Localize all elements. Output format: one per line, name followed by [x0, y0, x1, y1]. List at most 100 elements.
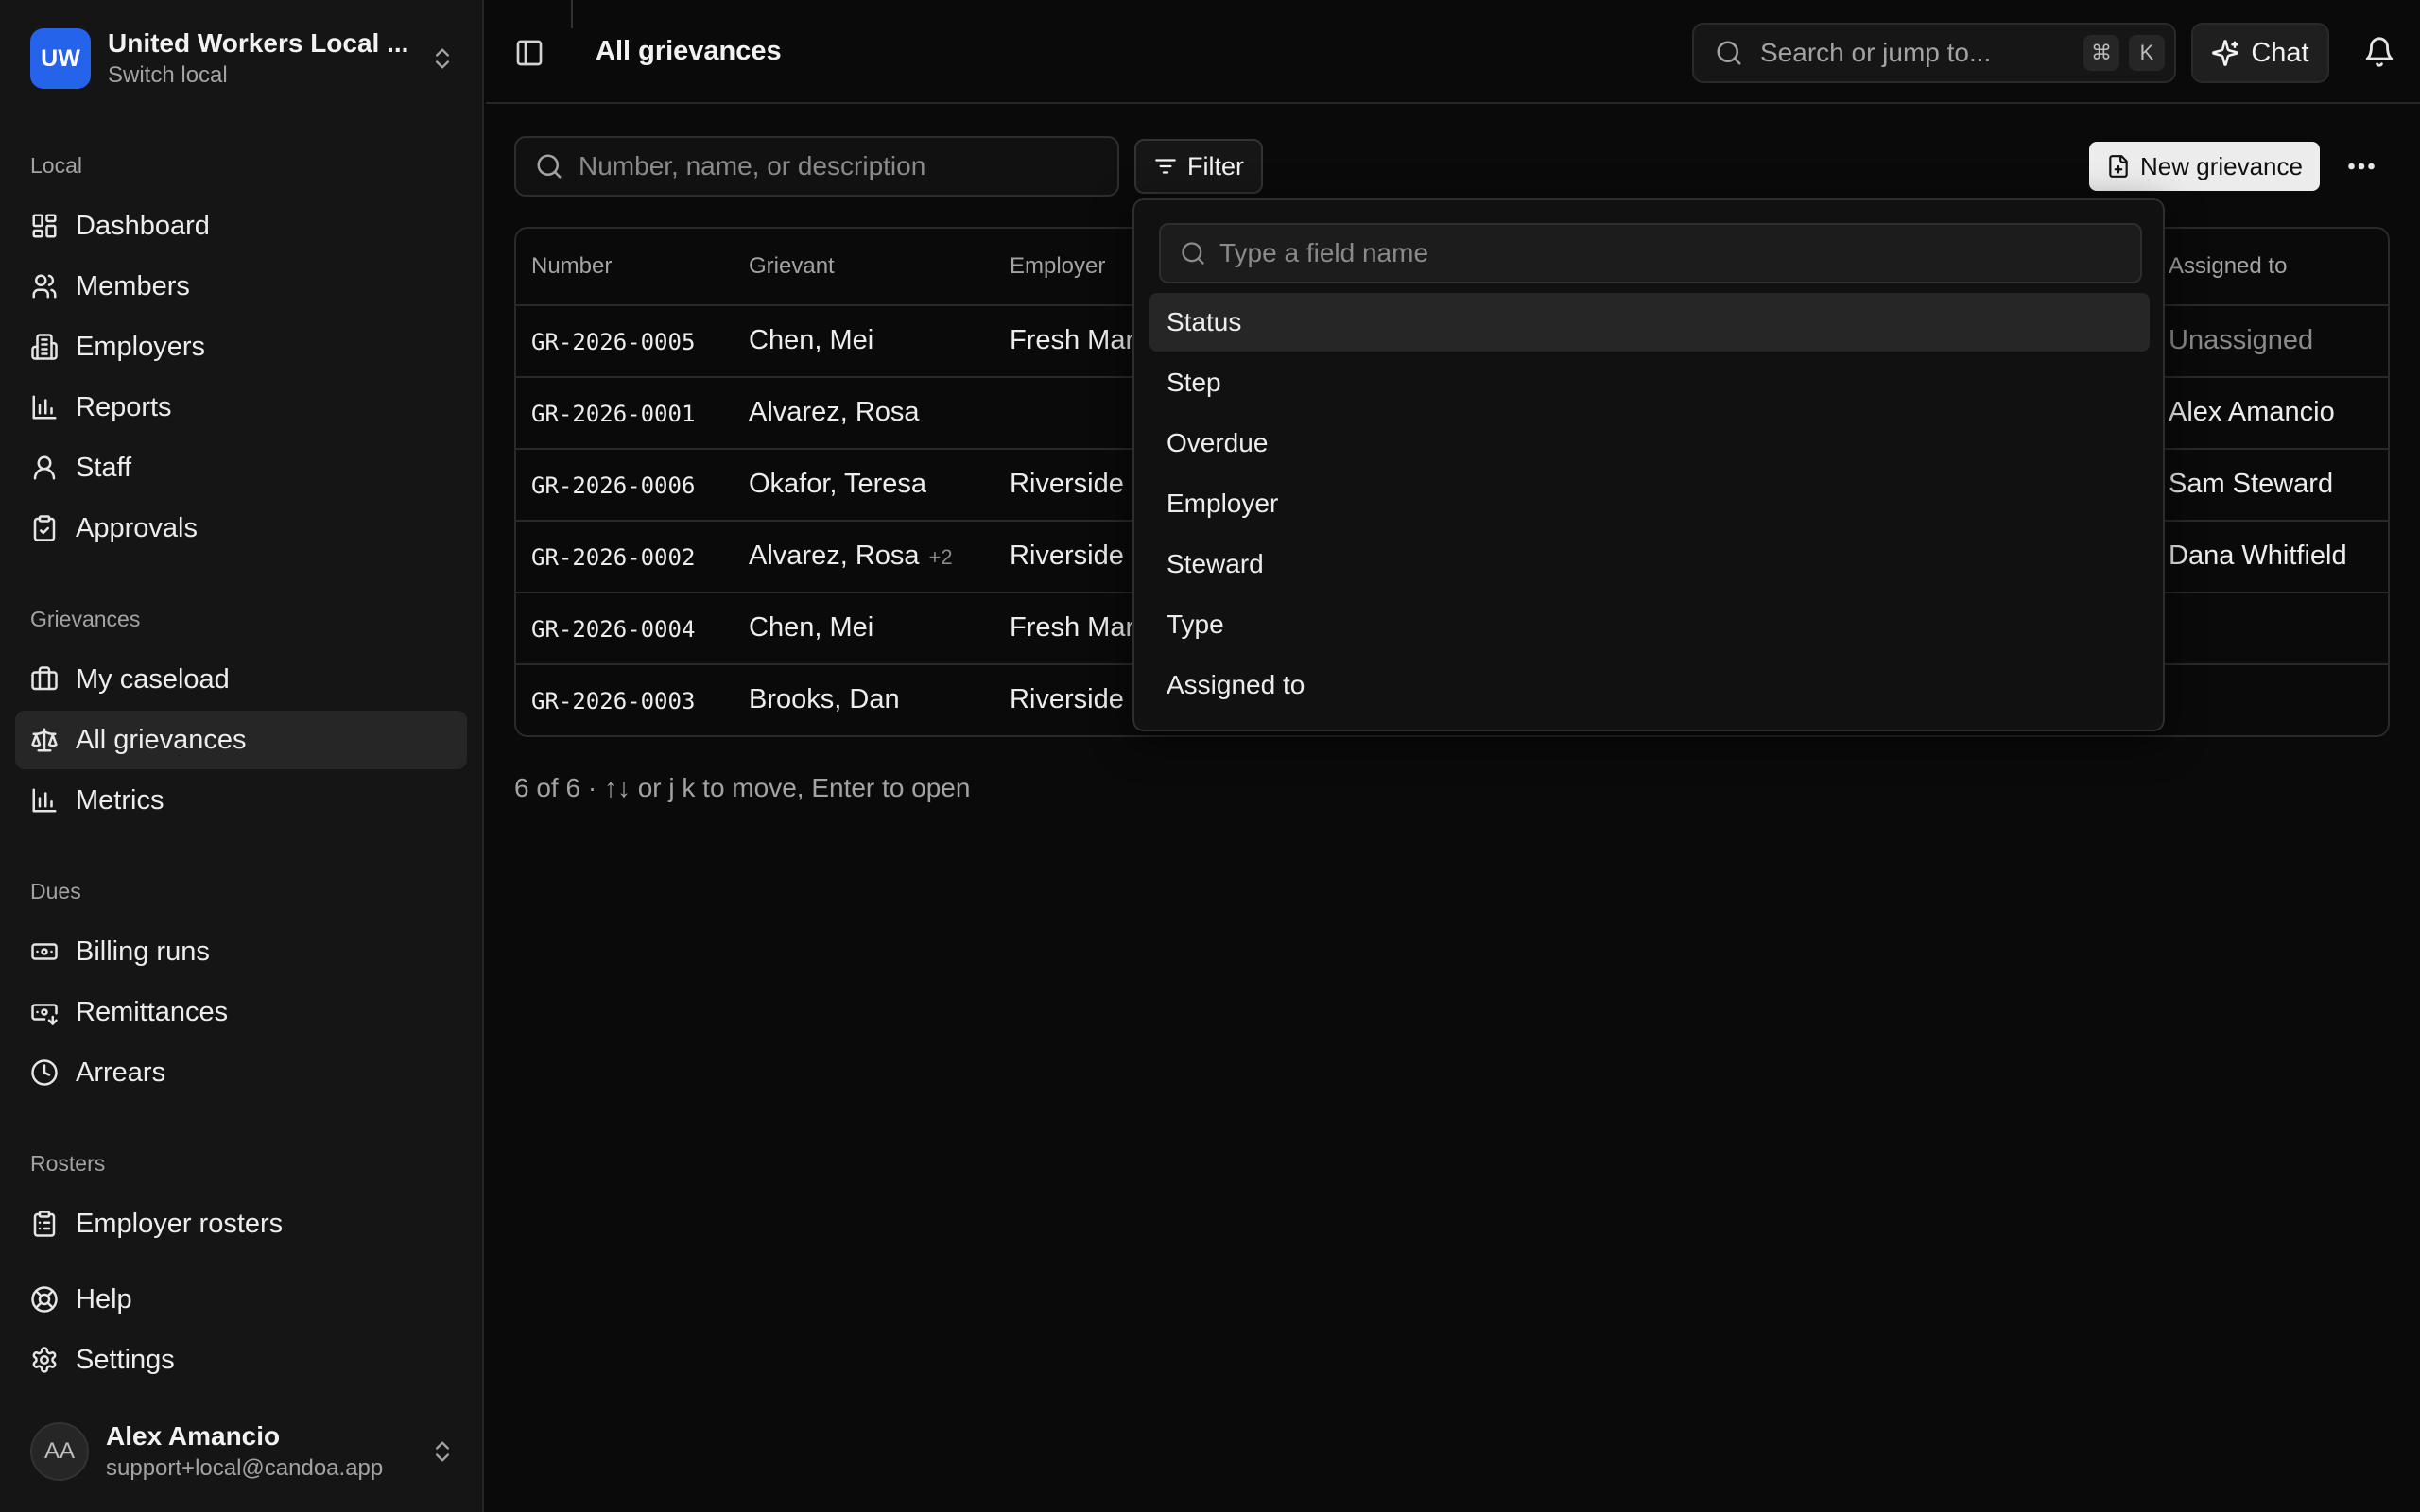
building-icon — [30, 333, 59, 361]
assigned-to: Sam Steward — [2169, 469, 2334, 499]
sidebar-item-label: Dashboard — [76, 210, 210, 241]
filter-option-step[interactable]: Step — [1150, 353, 2150, 412]
sidebar-item-settings[interactable]: Settings — [15, 1331, 467, 1389]
clipboard-list-icon — [30, 1210, 59, 1238]
sidebar-item-label: Employer rosters — [76, 1208, 284, 1239]
file-plus-icon — [2106, 154, 2131, 179]
assigned-to: Unassigned — [2169, 325, 2314, 355]
grievant-name: Chen, Mei — [749, 612, 874, 643]
grievant-name: Chen, Mei — [749, 325, 874, 355]
bar-chart-icon — [30, 786, 59, 815]
sidebar-item-reports[interactable]: Reports — [15, 378, 467, 437]
org-name: United Workers Local ... — [108, 28, 409, 58]
toggle-sidebar-icon[interactable] — [514, 38, 544, 68]
banknote-icon — [30, 937, 59, 966]
filter-option-type[interactable]: Type — [1150, 595, 2150, 654]
sidebar-item-label: Billing runs — [76, 936, 210, 967]
sidebar-item-remittances[interactable]: Remittances — [15, 983, 467, 1041]
assigned-to: Dana Whitfield — [2169, 541, 2347, 571]
sidebar-item-label: Approvals — [76, 512, 198, 543]
grievance-number: GR-2026-0001 — [531, 401, 696, 427]
section-label-local: Local — [30, 153, 82, 178]
grievant-name: Brooks, Dan — [749, 684, 900, 714]
filter-option-status[interactable]: Status — [1150, 293, 2150, 352]
chat-button-label: Chat — [2251, 37, 2309, 68]
additional-grievants-badge: +2 — [928, 545, 953, 569]
employer-name: Riverside F — [1010, 469, 1149, 499]
clock-icon — [30, 1058, 59, 1087]
banknote-arrow-icon — [30, 998, 59, 1026]
grievance-number: GR-2026-0002 — [531, 544, 696, 571]
column-header-assigned-to[interactable]: Assigned to — [2169, 253, 2287, 280]
search-icon — [1715, 39, 1743, 67]
sidebar-item-label: Metrics — [76, 784, 164, 816]
sidebar-item-dashboard[interactable]: Dashboard — [15, 197, 467, 255]
filter-button[interactable]: Filter — [1134, 139, 1263, 194]
grievance-search-input[interactable]: Number, name, or description — [514, 136, 1119, 197]
briefcase-icon — [30, 665, 59, 694]
sidebar-item-my-caseload[interactable]: My caseload — [15, 650, 467, 709]
user-email: support+local@candoa.app — [106, 1455, 384, 1481]
grievance-search-placeholder: Number, name, or description — [579, 151, 926, 180]
sidebar-item-employer-rosters[interactable]: Employer rosters — [15, 1194, 467, 1253]
grievant-name: Alvarez, Rosa — [749, 397, 920, 427]
sidebar-item-approvals[interactable]: Approvals — [15, 499, 467, 558]
search-icon — [1180, 240, 1206, 266]
grievance-number: GR-2026-0006 — [531, 472, 696, 499]
sidebar-item-all-grievances[interactable]: All grievances — [15, 711, 467, 769]
sidebar-item-label: Settings — [76, 1344, 175, 1375]
assigned-to: Alex Amancio — [2169, 397, 2335, 427]
sidebar-item-billing-runs[interactable]: Billing runs — [15, 922, 467, 981]
user-menu[interactable]: AA Alex Amancio support+local@candoa.app — [15, 1414, 469, 1489]
top-bar: All grievances Search or jump to... ⌘ K … — [486, 0, 2420, 104]
clipboard-check-icon — [30, 514, 59, 542]
filter-option-overdue[interactable]: Overdue — [1150, 414, 2150, 472]
sidebar-item-label: Remittances — [76, 996, 229, 1027]
sidebar-item-arrears[interactable]: Arrears — [15, 1043, 467, 1102]
sidebar-item-label: Arrears — [76, 1057, 166, 1088]
column-header-employer[interactable]: Employer — [1010, 253, 1105, 280]
grievant-cell: Alvarez, Rosa +2 — [749, 541, 953, 572]
filter-field-menu: Type a field name Status Step Overdue Em… — [1132, 198, 2165, 731]
column-header-number[interactable]: Number — [531, 253, 612, 280]
org-subtitle: Switch local — [108, 62, 228, 88]
divider — [571, 0, 573, 28]
sidebar-item-metrics[interactable]: Metrics — [15, 771, 467, 830]
column-header-grievant[interactable]: Grievant — [749, 253, 835, 280]
new-grievance-button[interactable]: New grievance — [2089, 142, 2320, 191]
sidebar-item-members[interactable]: Members — [15, 257, 467, 316]
avatar: AA — [30, 1422, 89, 1481]
sidebar-item-help[interactable]: Help — [15, 1270, 467, 1329]
sidebar: UW United Workers Local ... Switch local… — [0, 0, 484, 1512]
grievant-name: Alvarez, Rosa — [749, 541, 920, 571]
new-grievance-label: New grievance — [2140, 151, 2303, 180]
shortcut-mod-key: ⌘ — [2083, 35, 2119, 71]
more-options-icon[interactable] — [2342, 149, 2380, 183]
filter-option-assigned-to[interactable]: Assigned to — [1150, 656, 2150, 714]
employer-name: Riverside F — [1010, 541, 1149, 571]
employer-name: Riverside F — [1010, 684, 1149, 714]
sparkle-icon — [2211, 39, 2239, 67]
sidebar-item-label: Staff — [76, 452, 132, 483]
bar-chart-icon — [30, 393, 59, 421]
global-search-input[interactable]: Search or jump to... ⌘ K — [1692, 23, 2176, 83]
filter-icon — [1153, 154, 1178, 179]
filter-option-employer[interactable]: Employer — [1150, 474, 2150, 533]
org-switcher[interactable]: UW United Workers Local ... Switch local — [15, 13, 469, 104]
filter-option-steward[interactable]: Steward — [1150, 535, 2150, 593]
chevrons-up-down-icon — [429, 1438, 456, 1465]
section-label-rosters: Rosters — [30, 1151, 106, 1176]
field-name-search-input[interactable]: Type a field name — [1159, 223, 2142, 284]
sidebar-item-employers[interactable]: Employers — [15, 318, 467, 376]
org-avatar: UW — [30, 28, 91, 89]
scale-icon — [30, 726, 59, 754]
sidebar-item-label: Employers — [76, 331, 205, 362]
chat-button[interactable]: Chat — [2191, 23, 2329, 83]
grievance-number: GR-2026-0003 — [531, 688, 696, 714]
sidebar-item-staff[interactable]: Staff — [15, 438, 467, 497]
list-footer-hint: 6 of 6 · ↑↓ or j k to move, Enter to ope… — [514, 773, 971, 802]
employer-name: Fresh Mar — [1010, 325, 1135, 355]
bell-icon[interactable] — [2363, 36, 2395, 68]
employer-name: Fresh Mar — [1010, 612, 1135, 643]
user-name: Alex Amancio — [106, 1421, 281, 1451]
